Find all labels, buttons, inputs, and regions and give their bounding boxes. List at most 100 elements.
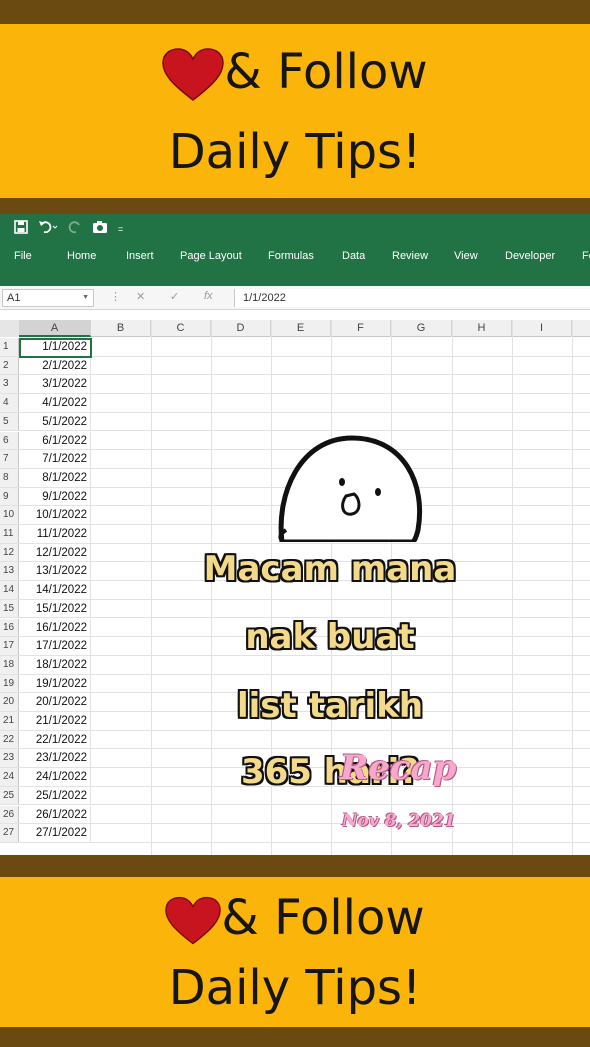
cell-a[interactable]: 25/1/2022 — [19, 786, 91, 805]
undo-icon[interactable] — [38, 220, 58, 239]
cell-a[interactable]: 26/1/2022 — [19, 805, 91, 824]
tab-formulas[interactable]: Formulas — [268, 250, 314, 262]
cell-a[interactable]: 22/1/2022 — [19, 730, 91, 749]
tab-view[interactable]: View — [454, 250, 478, 262]
column-header-f[interactable]: F — [331, 320, 391, 337]
row-header[interactable]: 1 — [0, 338, 19, 356]
chevron-down-icon[interactable]: ▼ — [82, 290, 89, 306]
customize-toolbar-icon[interactable]: = — [118, 224, 123, 234]
heart-icon — [162, 48, 225, 102]
column-header-h[interactable]: H — [452, 320, 512, 337]
row-header[interactable]: 27 — [0, 824, 19, 842]
table-row: 5 5/1/2022 — [0, 412, 590, 432]
cell-a[interactable]: 19/1/2022 — [19, 674, 91, 693]
row-header[interactable]: 3 — [0, 375, 19, 394]
table-row: 18 18/1/2022 — [0, 655, 590, 675]
cell-a[interactable]: 8/1/2022 — [19, 468, 91, 487]
row-header[interactable]: 23 — [0, 749, 19, 768]
cell-a[interactable]: 21/1/2022 — [19, 712, 91, 730]
cell-a[interactable]: 14/1/2022 — [19, 581, 91, 599]
table-row: 2 2/1/2022 — [0, 356, 590, 376]
cell-a[interactable]: 6/1/2022 — [19, 431, 91, 450]
formula-input[interactable]: 1/1/2022 — [234, 289, 590, 307]
column-header-a[interactable]: A — [19, 320, 91, 337]
cell-a[interactable]: 17/1/2022 — [19, 637, 91, 655]
active-cell-a1[interactable] — [19, 338, 92, 358]
ribbon-tabs: File Home Insert Page Layout Formulas Da… — [0, 250, 590, 268]
tab-developer[interactable]: Developer — [505, 250, 555, 262]
cancel-icon[interactable]: ✕ — [136, 290, 145, 303]
tab-insert[interactable]: Insert — [126, 250, 154, 262]
column-header-i[interactable]: I — [512, 320, 572, 337]
cell-a[interactable]: 23/1/2022 — [19, 749, 91, 768]
row-header[interactable]: 26 — [0, 805, 19, 824]
cell-a[interactable]: 20/1/2022 — [19, 693, 91, 711]
row-header[interactable]: 5 — [0, 412, 19, 431]
row-header[interactable]: 13 — [0, 562, 19, 581]
cell-a[interactable]: 27/1/2022 — [19, 824, 91, 842]
promo-follow-text: & Follow — [221, 890, 425, 946]
row-header[interactable]: 7 — [0, 450, 19, 468]
row-header[interactable]: 15 — [0, 599, 19, 618]
column-header-b[interactable]: B — [91, 320, 151, 337]
row-header[interactable]: 24 — [0, 768, 19, 786]
promo-line-1-top: & Follow — [0, 48, 590, 102]
row-header[interactable]: 4 — [0, 394, 19, 412]
redo-icon[interactable] — [68, 220, 82, 239]
row-header[interactable]: 19 — [0, 674, 19, 693]
column-header-d[interactable]: D — [211, 320, 271, 337]
cell-a[interactable]: 10/1/2022 — [19, 506, 91, 524]
row-header[interactable]: 14 — [0, 581, 19, 599]
cell-a[interactable]: 9/1/2022 — [19, 487, 91, 506]
cell-a[interactable]: 18/1/2022 — [19, 655, 91, 674]
column-header-c[interactable]: C — [151, 320, 211, 337]
name-box-value: A1 — [7, 292, 21, 304]
tab-home[interactable]: Home — [67, 250, 96, 262]
cell-a[interactable]: 11/1/2022 — [19, 525, 91, 543]
row-header[interactable]: 21 — [0, 712, 19, 730]
tab-page-layout[interactable]: Page Layout — [180, 250, 242, 262]
cell-a[interactable]: 4/1/2022 — [19, 394, 91, 412]
row-header[interactable]: 22 — [0, 730, 19, 749]
column-header-g[interactable]: G — [391, 320, 452, 337]
save-icon[interactable] — [14, 219, 28, 239]
cell-a[interactable]: 16/1/2022 — [19, 618, 91, 637]
tab-review[interactable]: Review — [392, 250, 428, 262]
row-header[interactable]: 12 — [0, 543, 19, 562]
tab-file[interactable]: File — [14, 250, 32, 262]
row-header[interactable]: 17 — [0, 637, 19, 655]
cell-a[interactable]: 13/1/2022 — [19, 562, 91, 581]
overlay-line-1: Macam mana — [203, 549, 457, 589]
row-header[interactable]: 8 — [0, 468, 19, 487]
table-row: 27 27/1/2022 — [0, 824, 590, 843]
heart-icon — [165, 896, 222, 946]
enter-icon[interactable]: ✓ — [170, 290, 179, 303]
row-header[interactable]: 10 — [0, 506, 19, 524]
camera-icon[interactable] — [92, 220, 108, 239]
name-box[interactable]: A1 ▼ — [2, 289, 94, 307]
row-header[interactable]: 6 — [0, 431, 19, 450]
cell-a[interactable]: 7/1/2022 — [19, 450, 91, 468]
quick-access-toolbar: = — [14, 219, 123, 239]
row-header[interactable]: 9 — [0, 487, 19, 506]
column-header-e[interactable]: E — [271, 320, 331, 337]
fx-icon[interactable]: fx — [204, 290, 213, 302]
row-header[interactable]: 16 — [0, 618, 19, 637]
tab-format[interactable]: Fo — [582, 250, 590, 262]
cell-a[interactable]: 5/1/2022 — [19, 412, 91, 431]
row-header[interactable]: 2 — [0, 356, 19, 375]
ghost-mascot-icon — [278, 435, 423, 542]
cell-a[interactable]: 3/1/2022 — [19, 375, 91, 394]
row-header[interactable]: 18 — [0, 655, 19, 674]
overlay-line-4: 365 hari? — [240, 752, 420, 792]
tab-data[interactable]: Data — [342, 250, 365, 262]
cell-a[interactable]: 24/1/2022 — [19, 768, 91, 786]
cell-a[interactable]: 2/1/2022 — [19, 356, 91, 375]
select-all-button[interactable] — [0, 320, 19, 337]
recap-sticker: Recap — [340, 748, 457, 788]
cell-a[interactable]: 15/1/2022 — [19, 599, 91, 618]
row-header[interactable]: 25 — [0, 786, 19, 805]
row-header[interactable]: 20 — [0, 693, 19, 711]
row-header[interactable]: 11 — [0, 525, 19, 543]
cell-a[interactable]: 12/1/2022 — [19, 543, 91, 562]
